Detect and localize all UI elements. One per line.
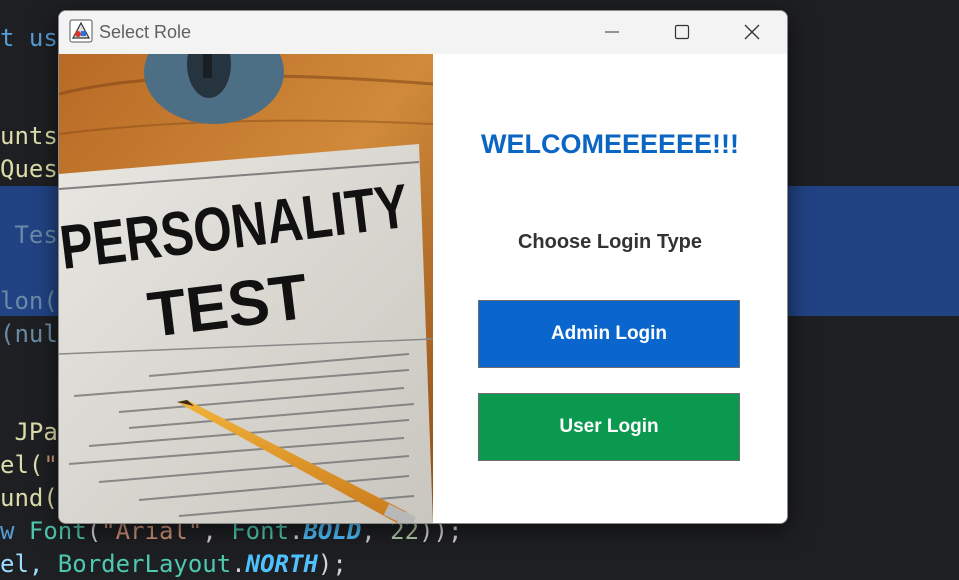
choose-login-type-label: Choose Login Type [517, 231, 703, 253]
java-app-icon [69, 19, 93, 43]
login-type-panel: WELCOMEEEEEE!!! Choose Login Type Admin … [433, 54, 787, 523]
window-title: Select Role [99, 22, 192, 42]
maximize-button[interactable] [647, 11, 717, 54]
select-role-dialog: Select Role PERSONALITY TEST WELCOMEEEEE… [58, 10, 788, 524]
personality-test-illustration: PERSONALITY TEST [59, 54, 433, 523]
dialog-content: PERSONALITY TEST WELCOMEEEEEE!!! Choose … [59, 54, 787, 523]
code-line: el, BorderLayout.NORTH); [0, 550, 347, 578]
minimize-button[interactable] [577, 11, 647, 54]
welcome-heading: WELCOMEEEEEE!!! [480, 129, 739, 159]
title-bar[interactable]: Select Role [59, 11, 787, 54]
personality-test-image: PERSONALITY TEST [59, 54, 433, 523]
maximize-icon [674, 24, 690, 40]
admin-login-button[interactable]: Admin Login [478, 300, 740, 368]
minimize-icon [605, 31, 619, 33]
close-icon [744, 24, 760, 40]
close-button[interactable] [717, 11, 787, 54]
user-login-button[interactable]: User Login [478, 393, 740, 461]
